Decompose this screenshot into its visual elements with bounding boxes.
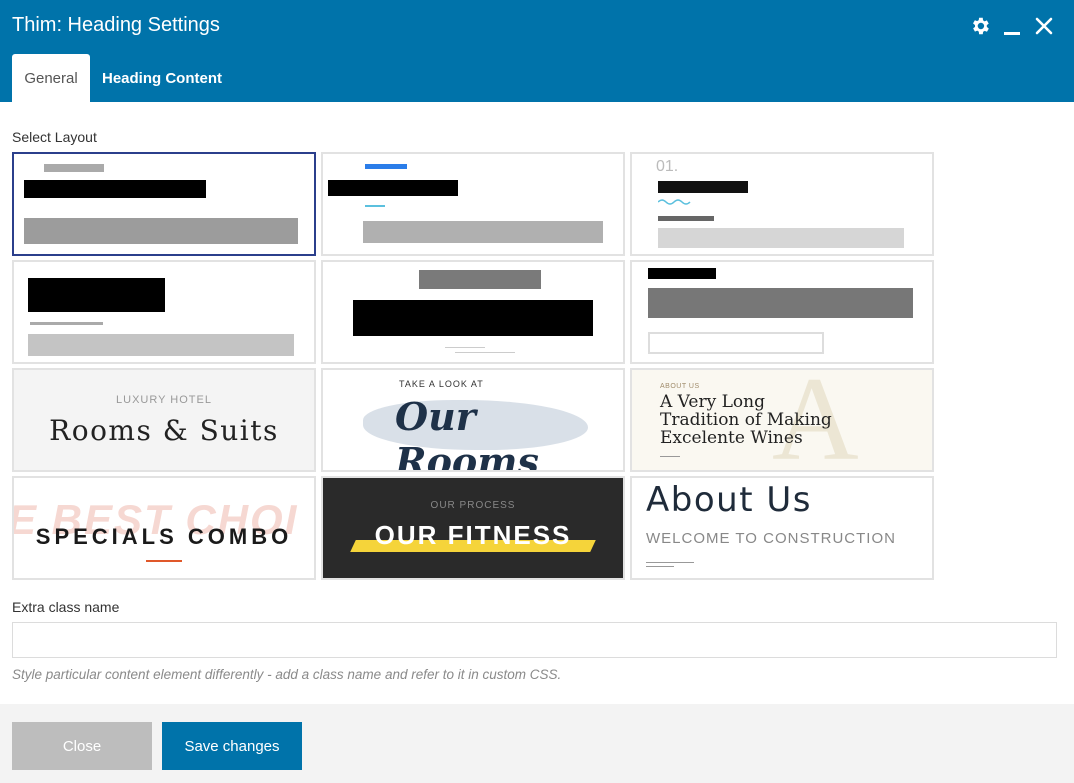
layout-option-4[interactable]: [12, 260, 316, 364]
layout-option-11[interactable]: OUR PROCESS OUR FITNESS: [321, 476, 625, 580]
layout-subtitle: LUXURY HOTEL: [116, 394, 212, 406]
tab-heading-content[interactable]: Heading Content: [90, 54, 234, 102]
close-button[interactable]: Close: [12, 722, 152, 770]
layout-option-8[interactable]: TAKE A LOOK AT Our Rooms: [321, 368, 625, 472]
layout-title: Our Rooms: [395, 394, 539, 472]
layout-title-line-1: A Very Long: [660, 392, 765, 412]
layout-title-line-2: Tradition of Making: [660, 410, 832, 430]
gear-icon[interactable]: [968, 14, 992, 38]
tab-general[interactable]: General: [12, 54, 90, 102]
save-button[interactable]: Save changes: [162, 722, 302, 770]
layout-grid: 01. LUXURY HOTEL Rooms & Suits TAKE A LO…: [12, 152, 934, 580]
dialog-header: Thim: Heading Settings General Heading C…: [0, 0, 1074, 102]
tab-bar: General Heading Content: [12, 54, 234, 102]
layout-option-7[interactable]: LUXURY HOTEL Rooms & Suits: [12, 368, 316, 472]
layout-title: About Us: [646, 480, 812, 520]
layout-title-line-3: Excelente Wines: [660, 428, 803, 448]
layout-option-3[interactable]: 01.: [630, 152, 934, 256]
dialog-title: Thim: Heading Settings: [12, 14, 220, 36]
minimize-icon[interactable]: [1000, 14, 1024, 38]
layout-subtitle: ABOUT US: [660, 383, 700, 390]
layout-option-12[interactable]: About Us WELCOME TO CONSTRUCTION: [630, 476, 934, 580]
dialog-footer: Close Save changes: [0, 704, 1074, 783]
select-layout-label: Select Layout: [12, 129, 97, 145]
extra-class-label: Extra class name: [12, 599, 120, 615]
layout-option-2[interactable]: [321, 152, 625, 256]
close-icon[interactable]: [1032, 14, 1056, 38]
layout-option-9[interactable]: A ABOUT US A Very Long Tradition of Maki…: [630, 368, 934, 472]
window-controls: [968, 14, 1056, 38]
layout-number-label: 01.: [656, 158, 679, 175]
extra-class-input[interactable]: [12, 622, 1057, 658]
layout-subtitle: TAKE A LOOK AT: [399, 379, 484, 389]
layout-option-5[interactable]: [321, 260, 625, 364]
layout-title: OUR FITNESS: [374, 520, 572, 550]
layout-title: SPECIALS COMBO: [35, 524, 293, 549]
layout-option-10[interactable]: E BEST CHOI SPECIALS COMBO: [12, 476, 316, 580]
layout-subtitle: OUR PROCESS: [430, 500, 516, 511]
layout-title: Rooms & Suits: [49, 414, 279, 447]
layout-option-1[interactable]: [12, 152, 316, 256]
layout-subtitle: WELCOME TO CONSTRUCTION: [646, 530, 896, 547]
extra-class-hint: Style particular content element differe…: [12, 667, 562, 682]
layout-option-6[interactable]: [630, 260, 934, 364]
wave-icon: [658, 199, 691, 205]
